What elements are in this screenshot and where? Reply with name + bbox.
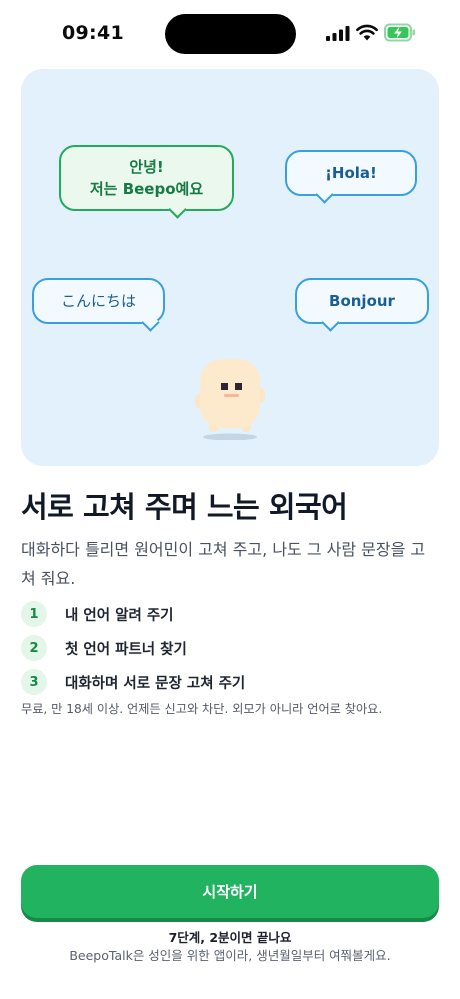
- cellular-signal-icon: [326, 26, 350, 41]
- start-button[interactable]: 시작하기: [21, 865, 439, 918]
- beepo-mascot-icon: [195, 359, 265, 440]
- page-description: 대화하다 틀리면 원어민이 고쳐 주고, 나도 그 사람 문장을 고쳐 줘요.: [21, 540, 426, 588]
- status-bar: 09:41: [0, 0, 460, 64]
- onboarding-steps-list: 1 내 언어 알려 주기 2 첫 언어 파트너 찾기 3 대화하며 서로 문장 …: [21, 597, 439, 699]
- speech-bubble-japanese: こんにちは: [32, 278, 165, 324]
- step-label: 첫 언어 파트너 찾기: [65, 641, 187, 658]
- bubble-korean-line2: 저는 Beepo예요: [89, 180, 204, 198]
- wifi-icon: [356, 24, 378, 41]
- step-number-badge: 2: [21, 635, 47, 661]
- bubble-spanish-text: ¡Hola!: [325, 164, 377, 182]
- age-notice: BeepoTalk은 성인을 위한 앱이라, 생년월일부터 여쭤볼게요.: [69, 948, 391, 963]
- dynamic-island: [165, 14, 296, 54]
- terms-fine-print: 무료, 만 18세 이상. 언제든 신고와 차단. 외모가 아니라 언어로 찾아…: [21, 702, 383, 716]
- step-label: 대화하며 서로 문장 고쳐 주기: [65, 675, 246, 692]
- step-number-badge: 1: [21, 601, 47, 627]
- hero-illustration: 안녕! 저는 Beepo예요 ¡Hola! こんにちは Bonjour: [21, 69, 439, 466]
- bubble-french-text: Bonjour: [329, 292, 395, 310]
- step-item: 2 첫 언어 파트너 찾기: [21, 631, 439, 665]
- page-title: 서로 고쳐 주며 느는 외국어: [21, 490, 348, 524]
- cta-subtitle: 7단계, 2분이면 끝나요: [168, 930, 292, 945]
- speech-bubble-korean: 안녕! 저는 Beepo예요: [59, 145, 234, 211]
- speech-bubble-french: Bonjour: [295, 278, 429, 324]
- bubble-japanese-text: こんにちは: [60, 292, 136, 310]
- speech-bubble-spanish: ¡Hola!: [285, 150, 417, 196]
- step-item: 1 내 언어 알려 주기: [21, 597, 439, 631]
- step-item: 3 대화하며 서로 문장 고쳐 주기: [21, 665, 439, 699]
- bubble-korean-line1: 안녕!: [129, 158, 164, 176]
- battery-charging-icon: [384, 23, 415, 42]
- step-number-badge: 3: [21, 669, 47, 695]
- status-time: 09:41: [62, 22, 124, 44]
- step-label: 내 언어 알려 주기: [65, 607, 174, 624]
